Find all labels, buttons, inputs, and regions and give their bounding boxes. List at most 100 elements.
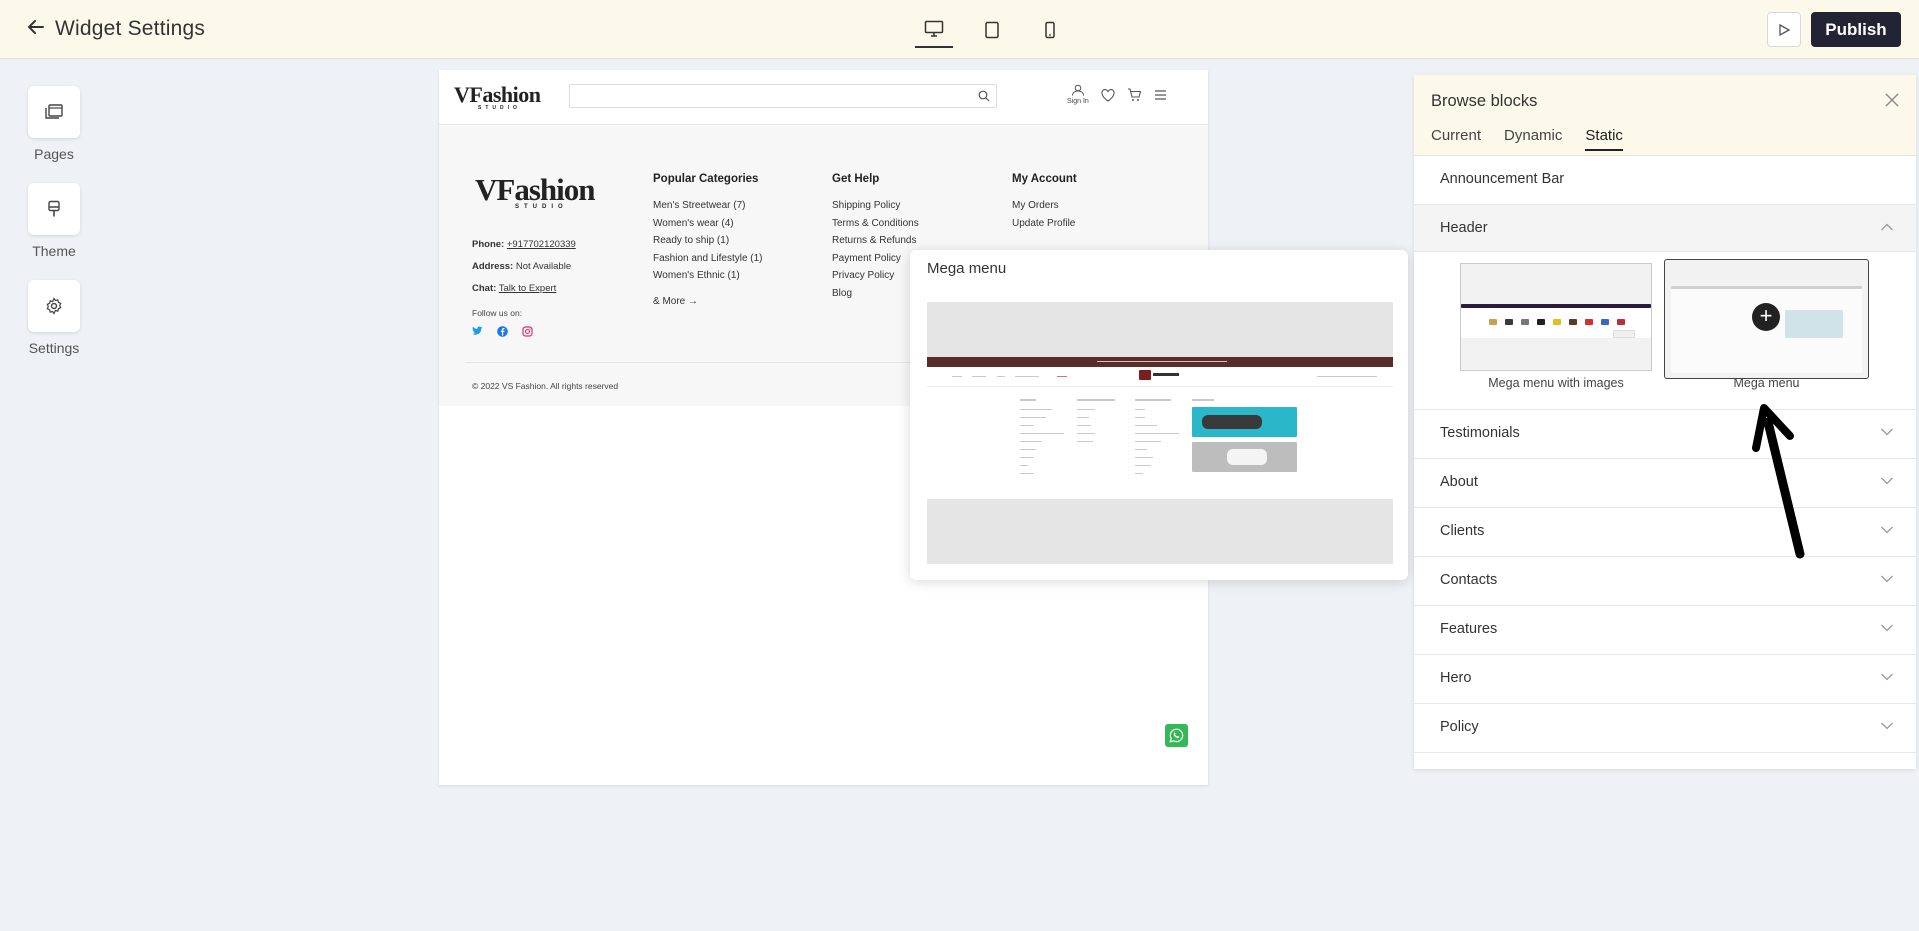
rail-label: Pages (34, 146, 74, 162)
footer-contact: Phone: +917702120339 Address: Not Availa… (472, 234, 576, 337)
mini-line (1135, 465, 1151, 466)
mega-menu-mock (927, 367, 1393, 499)
mock-item (1585, 319, 1593, 325)
mock-band (1671, 286, 1862, 289)
mock-item (1617, 319, 1625, 325)
section-header[interactable]: Header (1414, 205, 1916, 252)
heart-icon[interactable] (1101, 89, 1115, 102)
mock-nav (927, 367, 1393, 387)
mini-line (1020, 433, 1064, 434)
page-title: Widget Settings (55, 17, 206, 40)
shoe-shape (1227, 449, 1267, 465)
footer-link[interactable]: Shipping Policy (832, 197, 919, 215)
footer-link[interactable]: My Orders (1012, 197, 1077, 215)
mini-line (1135, 425, 1157, 426)
site-search-input[interactable] (569, 84, 997, 108)
address-label: Address: (472, 261, 514, 272)
mini-line (1020, 399, 1036, 401)
back-arrow-icon[interactable] (27, 18, 45, 40)
facebook-icon[interactable] (497, 326, 508, 337)
footer-link[interactable]: Update Profile (1012, 215, 1077, 233)
chevron-down-icon (1881, 624, 1893, 632)
signin-label: Sign In (1067, 98, 1089, 105)
add-block-button[interactable]: + (1752, 303, 1780, 331)
section-label: Clients (1440, 523, 1485, 539)
rail-item-theme[interactable]: Theme (22, 183, 86, 259)
mini-line (1135, 417, 1145, 418)
chevron-down-icon (1881, 575, 1893, 583)
section-features[interactable]: Features (1414, 606, 1916, 655)
tablet-icon (985, 21, 999, 39)
site-logo[interactable]: VFashion STUDIO (454, 82, 541, 111)
section-contacts[interactable]: Contacts (1414, 557, 1916, 606)
site-header[interactable]: VFashion STUDIO Sign In (439, 70, 1208, 125)
section-testimonials[interactable]: Testimonials (1414, 410, 1916, 459)
footer-link[interactable]: Women's wear (4) (653, 215, 763, 233)
whatsapp-button[interactable] (1165, 724, 1188, 747)
signin-link[interactable]: Sign In (1067, 84, 1089, 105)
section-policy[interactable]: Policy (1414, 704, 1916, 753)
mock-image (1785, 310, 1843, 338)
chevron-down-icon (1881, 526, 1893, 534)
block-thumb-mega-menu[interactable]: + (1664, 259, 1869, 379)
panel-tabs: Current Dynamic Static (1431, 127, 1623, 151)
mobile-view-button[interactable] (1031, 12, 1069, 48)
address-value: Not Available (515, 261, 572, 272)
block-thumb-mega-menu-images[interactable] (1460, 263, 1652, 371)
footer-link[interactable]: Blog (832, 285, 919, 303)
mini-line (1153, 373, 1179, 376)
section-clients[interactable]: Clients (1414, 508, 1916, 557)
section-hero[interactable]: Hero (1414, 655, 1916, 704)
block-thumb-label: Mega menu with images (1488, 376, 1624, 390)
pages-icon (45, 104, 63, 119)
chevron-up-icon (1881, 223, 1893, 231)
column-title: My Account (1012, 173, 1077, 185)
rail-item-settings[interactable]: Settings (22, 280, 86, 356)
phone-link[interactable]: +917702120339 (507, 239, 576, 250)
tab-dynamic[interactable]: Dynamic (1504, 127, 1562, 151)
footer-link[interactable]: Men's Streetwear (7) (653, 197, 763, 215)
cart-icon[interactable] (1127, 88, 1142, 102)
twitter-icon[interactable] (472, 326, 483, 336)
rail-item-pages[interactable]: Pages (22, 86, 86, 162)
publish-button[interactable]: Publish (1811, 12, 1901, 47)
mock-item (1613, 330, 1635, 338)
chevron-down-icon (1881, 673, 1893, 681)
mini-line (1192, 399, 1214, 401)
preview-button[interactable] (1767, 12, 1801, 47)
mini-line (1077, 399, 1115, 401)
footer-link[interactable]: Payment Policy (832, 250, 919, 268)
footer-column-help: Get Help Shipping Policy Terms & Conditi… (832, 173, 919, 302)
section-about[interactable]: About (1414, 459, 1916, 508)
instagram-icon[interactable] (522, 326, 533, 337)
more-link[interactable]: & More → (653, 293, 763, 311)
footer-link[interactable]: Fashion and Lifestyle (1) (653, 250, 763, 268)
header-icons: Sign In (1067, 84, 1167, 105)
more-label: & More (653, 295, 686, 307)
menu-icon[interactable] (1154, 89, 1167, 101)
mini-line (1317, 376, 1377, 377)
chat-label: Chat: (472, 283, 497, 294)
tab-static[interactable]: Static (1585, 127, 1623, 151)
chat-link[interactable]: Talk to Expert (499, 283, 557, 294)
close-button[interactable] (1882, 90, 1904, 112)
mini-line (1020, 409, 1052, 410)
mini-line (1077, 417, 1089, 418)
tablet-view-button[interactable] (973, 12, 1011, 48)
tab-current[interactable]: Current (1431, 127, 1481, 151)
footer-logo-text: VFashion (475, 172, 595, 207)
mini-line (1020, 425, 1034, 426)
panel-header: Browse blocks Current Dynamic Static (1414, 75, 1916, 156)
mock-item (1569, 319, 1577, 325)
footer-link[interactable]: Women's Ethnic (1) (653, 267, 763, 285)
desktop-view-button[interactable] (915, 12, 953, 48)
announcement-band (927, 357, 1393, 367)
shoe-shape (1202, 415, 1262, 429)
mini-line (1135, 399, 1171, 401)
footer-link[interactable]: Ready to ship (1) (653, 232, 763, 250)
footer-link[interactable]: Returns & Refunds (832, 232, 919, 250)
footer-link[interactable]: Privacy Policy (832, 267, 919, 285)
section-announcement-bar[interactable]: Announcement Bar (1414, 156, 1916, 205)
footer-link[interactable]: Terms & Conditions (832, 215, 919, 233)
mini-line (1020, 473, 1034, 474)
